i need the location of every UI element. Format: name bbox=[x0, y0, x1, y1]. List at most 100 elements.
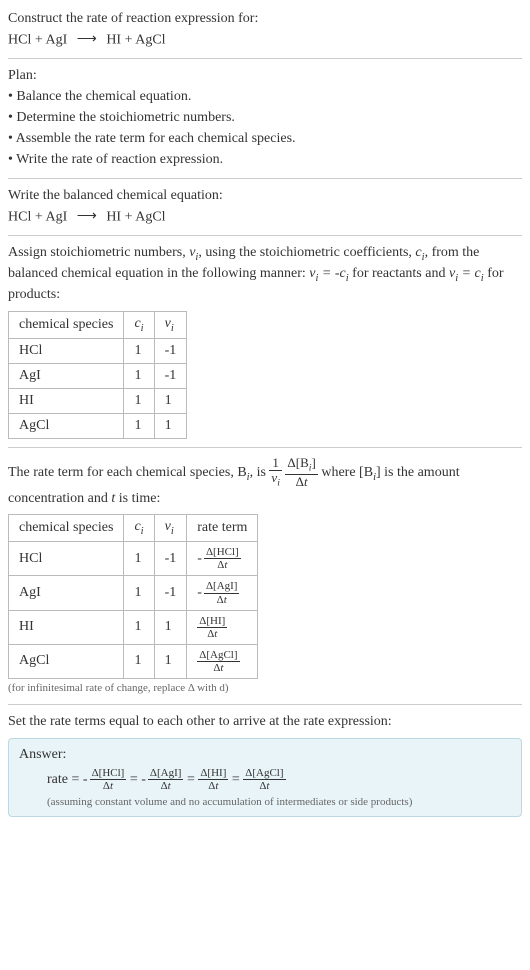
text: for reactants and bbox=[349, 266, 449, 281]
cell-species: HI bbox=[9, 610, 124, 644]
stoich-intro: Assign stoichiometric numbers, νi, using… bbox=[8, 244, 522, 305]
table-row: AgCl 1 1 Δ[AgCl]Δt bbox=[9, 644, 258, 678]
cell-v: 1 bbox=[154, 610, 187, 644]
plan-item-2: • Assemble the rate term for each chemic… bbox=[8, 130, 522, 149]
cell-c: 1 bbox=[124, 338, 154, 363]
B: HCl bbox=[102, 767, 120, 779]
header-ci: ci bbox=[124, 312, 154, 339]
reactants: HCl + AgI bbox=[8, 209, 67, 224]
text: The rate term for each chemical species,… bbox=[8, 465, 247, 480]
B: HCl bbox=[217, 546, 235, 558]
B: AgCl bbox=[256, 767, 280, 779]
header-ci: ci bbox=[124, 515, 154, 542]
plan-heading: Plan: bbox=[8, 67, 522, 86]
rightarrow-icon: ⟶ bbox=[77, 31, 97, 50]
B: HI bbox=[211, 767, 223, 779]
final-section: Set the rate terms equal to each other t… bbox=[8, 713, 522, 817]
header-species: chemical species bbox=[9, 515, 124, 542]
fraction: Δ[HI]Δt bbox=[197, 615, 227, 640]
cell-v: -1 bbox=[154, 338, 187, 363]
cell-c: 1 bbox=[124, 542, 154, 576]
header-species: chemical species bbox=[9, 312, 124, 339]
table-row: AgI 1 -1 -Δ[AgI]Δt bbox=[9, 576, 258, 610]
fraction: Δ[AgI]Δt bbox=[204, 580, 240, 605]
cell-v: 1 bbox=[154, 388, 187, 413]
fraction: Δ[Bi]Δt bbox=[285, 456, 317, 490]
plan-item-0: • Balance the chemical equation. bbox=[8, 88, 522, 107]
rate-label: rate bbox=[47, 772, 68, 787]
cell-c: 1 bbox=[124, 388, 154, 413]
fraction: 1νi bbox=[269, 456, 282, 490]
cell-rate: -Δ[HCl]Δt bbox=[187, 542, 258, 576]
products: HI + AgCl bbox=[106, 33, 165, 48]
stoich-table: chemical species ci νi HCl1-1 AgI1-1 HI1… bbox=[8, 311, 187, 439]
cell-v: -1 bbox=[154, 542, 187, 576]
text: is time: bbox=[115, 491, 160, 506]
rightarrow-icon: ⟶ bbox=[77, 208, 97, 227]
B: HI bbox=[210, 615, 222, 627]
cell-v: -1 bbox=[154, 576, 187, 610]
cell-c: 1 bbox=[124, 576, 154, 610]
rate-table: chemical species ci νi rate term HCl 1 -… bbox=[8, 514, 258, 679]
prompt-text: Construct the rate of reaction expressio… bbox=[8, 10, 522, 29]
B: AgI bbox=[217, 580, 234, 592]
stoich-section: Assign stoichiometric numbers, νi, using… bbox=[8, 244, 522, 439]
cell-rate: -Δ[AgI]Δt bbox=[187, 576, 258, 610]
divider bbox=[8, 235, 522, 236]
c-i: ci bbox=[415, 245, 424, 260]
divider bbox=[8, 58, 522, 59]
cell-c: 1 bbox=[124, 363, 154, 388]
divider bbox=[8, 704, 522, 705]
table-row: HI 1 1 Δ[HI]Δt bbox=[9, 610, 258, 644]
footnote: (for infinitesimal rate of change, repla… bbox=[8, 681, 522, 696]
nu-i: νi bbox=[189, 245, 198, 260]
fraction: Δ[AgCl]Δt bbox=[197, 649, 239, 674]
header-rate: rate term bbox=[187, 515, 258, 542]
plan-section: Plan: • Balance the chemical equation. •… bbox=[8, 67, 522, 169]
prompt-equation: HCl + AgI ⟶ HI + AgCl bbox=[8, 31, 522, 51]
header-vi: νi bbox=[154, 312, 187, 339]
eqn: νi = -ci bbox=[309, 266, 348, 281]
text: where [B bbox=[318, 465, 373, 480]
divider bbox=[8, 178, 522, 179]
cell-species: HCl bbox=[9, 338, 124, 363]
cell-rate: Δ[HI]Δt bbox=[187, 610, 258, 644]
fraction: Δ[AgCl]Δt bbox=[243, 767, 285, 792]
reactants: HCl + AgI bbox=[8, 33, 67, 48]
rate-term-section: The rate term for each chemical species,… bbox=[8, 456, 522, 696]
plan-item-label: Determine the stoichiometric numbers. bbox=[16, 110, 235, 125]
products: HI + AgCl bbox=[106, 209, 165, 224]
balanced-intro: Write the balanced chemical equation: bbox=[8, 187, 522, 206]
fraction: Δ[HCl]Δt bbox=[90, 767, 127, 792]
plan-item-1: • Determine the stoichiometric numbers. bbox=[8, 109, 522, 128]
fraction: Δ[HCl]Δt bbox=[204, 546, 241, 571]
cell-v: -1 bbox=[154, 363, 187, 388]
text: Assign stoichiometric numbers, bbox=[8, 245, 189, 260]
cell-species: AgI bbox=[9, 576, 124, 610]
plan-item-label: Balance the chemical equation. bbox=[16, 89, 191, 104]
fraction: Δ[HI]Δt bbox=[198, 767, 228, 792]
set-equal-text: Set the rate terms equal to each other t… bbox=[8, 713, 522, 732]
prompt-section: Construct the rate of reaction expressio… bbox=[8, 10, 522, 50]
answer-box: Answer: rate = -Δ[HCl]Δt = -Δ[AgI]Δt = Δ… bbox=[8, 738, 522, 817]
table-row: HCl1-1 bbox=[9, 338, 187, 363]
cell-species: AgI bbox=[9, 363, 124, 388]
B: AgCl bbox=[210, 649, 234, 661]
fraction: Δ[AgI]Δt bbox=[148, 767, 184, 792]
balanced-equation: HCl + AgI ⟶ HI + AgCl bbox=[8, 208, 522, 228]
cell-c: 1 bbox=[124, 610, 154, 644]
cell-c: 1 bbox=[124, 644, 154, 678]
header-vi: νi bbox=[154, 515, 187, 542]
plan-item-label: Assemble the rate term for each chemical… bbox=[16, 131, 296, 146]
B: AgI bbox=[161, 767, 178, 779]
text: , using the stoichiometric coefficients, bbox=[198, 245, 415, 260]
table-row: HCl 1 -1 -Δ[HCl]Δt bbox=[9, 542, 258, 576]
cell-species: AgCl bbox=[9, 644, 124, 678]
plan-item-label: Write the rate of reaction expression. bbox=[16, 152, 223, 167]
cell-v: 1 bbox=[154, 413, 187, 438]
cell-species: HI bbox=[9, 388, 124, 413]
cell-c: 1 bbox=[124, 413, 154, 438]
table-header-row: chemical species ci νi rate term bbox=[9, 515, 258, 542]
table-header-row: chemical species ci νi bbox=[9, 312, 187, 339]
text: , is bbox=[250, 465, 270, 480]
